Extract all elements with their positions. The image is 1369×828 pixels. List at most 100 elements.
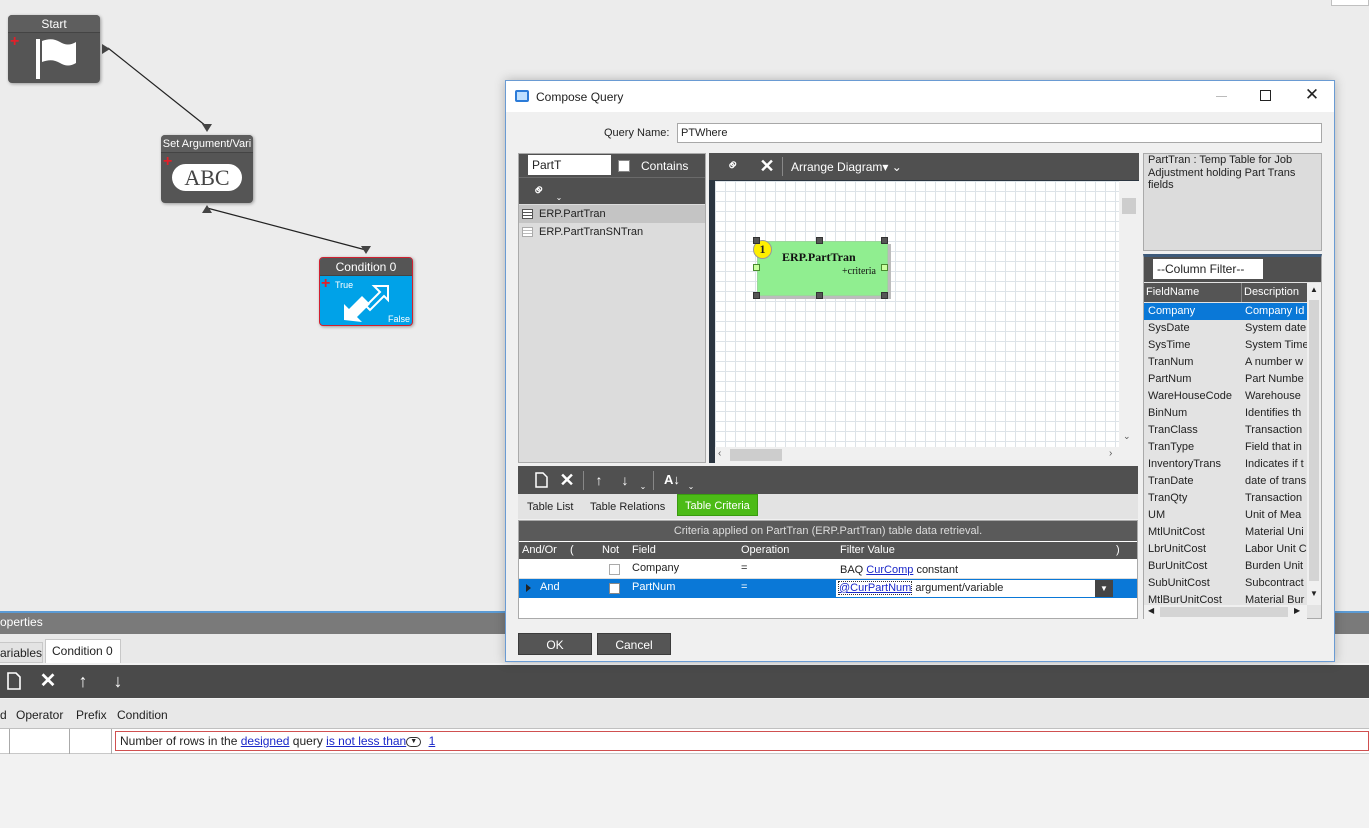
setarg-out-port-icon[interactable] — [202, 205, 212, 213]
add-icon[interactable]: + — [10, 34, 19, 50]
field-row[interactable]: WareHouseCode Warehouse — [1144, 388, 1307, 405]
resize-handle[interactable] — [816, 237, 823, 244]
cancel-button[interactable]: Cancel — [597, 633, 671, 655]
filter-link[interactable]: CurComp — [866, 564, 913, 576]
value-link[interactable]: 1 — [429, 734, 436, 748]
new-icon[interactable] — [7, 672, 21, 690]
new-criteria-icon[interactable] — [535, 472, 548, 488]
move-down-icon[interactable]: ↓ — [108, 671, 128, 691]
scroll-left-icon[interactable]: ‹ — [718, 448, 721, 459]
move-up-icon[interactable]: ↑ — [73, 671, 93, 691]
criteria-and-or[interactable]: And — [537, 579, 560, 596]
table-item-parttran[interactable]: ERP.PartTran — [519, 205, 705, 223]
fields-hscroll[interactable]: ◀ ▶ — [1144, 605, 1307, 619]
resize-handle[interactable] — [753, 264, 760, 271]
field-row[interactable]: SysDate System date — [1144, 320, 1307, 337]
field-row[interactable]: SubUnitCost Subcontract — [1144, 575, 1307, 592]
move-up-criteria-icon[interactable]: ↑ — [589, 470, 609, 490]
tab-condition[interactable]: Condition 0 — [45, 639, 121, 663]
table-item-parttransntran[interactable]: ERP.PartTranSNTran — [519, 223, 705, 241]
filter-dropdown-icon[interactable]: ▼ — [1095, 580, 1113, 597]
scroll-down-icon[interactable]: ▼ — [1310, 589, 1318, 598]
comparison-link[interactable]: is not less than — [326, 734, 406, 748]
resize-handle[interactable] — [753, 292, 760, 299]
tab-variables[interactable]: ariables — [0, 642, 43, 663]
column-filter-input[interactable]: --Column Filter-- — [1153, 259, 1263, 279]
criteria-row-2[interactable]: And PartNum = @CurPartNum argument/varia… — [519, 579, 1137, 598]
start-out-port-icon[interactable] — [102, 44, 110, 54]
field-row[interactable]: UM Unit of Mea — [1144, 507, 1307, 524]
table-search-input[interactable]: PartT — [528, 155, 611, 175]
tab-table-relations[interactable]: Table Relations — [583, 496, 672, 518]
comparison-dropdown-icon[interactable]: ▼ — [406, 736, 422, 747]
field-row[interactable]: BurUnitCost Burden Unit — [1144, 558, 1307, 575]
condition-editor[interactable]: Number of rows in the designed query is … — [115, 731, 1369, 751]
field-row[interactable]: SysTime System Time — [1144, 337, 1307, 354]
field-row[interactable]: MtlBurUnitCost Material Bur — [1144, 592, 1307, 605]
resize-handle[interactable] — [881, 237, 888, 244]
field-row[interactable]: BinNum Identifies th — [1144, 405, 1307, 422]
arrange-diagram-button[interactable]: Arrange Diagram▾ ⌄ — [791, 160, 902, 174]
scroll-right-icon[interactable]: ▶ — [1294, 606, 1300, 615]
condition-node[interactable]: Condition 0 + True False — [319, 257, 413, 326]
set-argument-node[interactable]: Set Argument/Vari + ABC — [161, 135, 253, 203]
tab-table-criteria[interactable]: Table Criteria — [677, 494, 758, 516]
maximize-icon[interactable] — [1260, 90, 1271, 101]
criteria-filter-editor[interactable]: @CurPartNum argument/variable — [836, 580, 1113, 597]
move-down-criteria-icon[interactable]: ↓ — [615, 470, 635, 490]
resize-handle[interactable] — [816, 292, 823, 299]
field-row[interactable]: LbrUnitCost Labor Unit C — [1144, 541, 1307, 558]
query-name-label: Query Name: — [604, 127, 670, 139]
not-checkbox[interactable] — [609, 583, 620, 594]
add-icon[interactable]: + — [321, 276, 330, 292]
scroll-thumb[interactable] — [1122, 198, 1136, 214]
delete-icon[interactable]: ✕ — [38, 671, 58, 691]
contains-checkbox[interactable] — [618, 160, 630, 172]
field-description: Labor Unit C — [1245, 543, 1307, 555]
designed-link[interactable]: designed — [241, 734, 290, 748]
field-row[interactable]: TranType Field that in — [1144, 439, 1307, 456]
criteria-row-1[interactable]: Company = BAQ CurComp constant — [519, 560, 1137, 579]
scroll-right-icon[interactable]: › — [1109, 448, 1112, 459]
field-row[interactable]: TranNum A number w — [1144, 354, 1307, 371]
start-node[interactable]: Start + — [8, 15, 100, 83]
vertical-scrollbar[interactable]: ⌄ — [1119, 181, 1139, 447]
scroll-thumb[interactable] — [1309, 300, 1319, 581]
minimize-icon[interactable] — [1216, 96, 1227, 97]
field-row[interactable]: Company Company Id — [1144, 303, 1307, 320]
table-search-panel: PartT Contains ⚭ ⌄ ERP.PartTran ERP.Part… — [518, 153, 706, 463]
filter-link[interactable]: @CurPartNum — [838, 581, 913, 595]
resize-handle[interactable] — [753, 237, 760, 244]
field-row[interactable]: InventoryTrans Indicates if t — [1144, 456, 1307, 473]
field-row[interactable]: PartNum Part Numbe — [1144, 371, 1307, 388]
diagram-canvas[interactable] — [715, 181, 1139, 463]
setarg-in-port-icon[interactable] — [202, 124, 212, 132]
scroll-left-icon[interactable]: ◀ — [1148, 606, 1154, 615]
criteria-filter-value[interactable]: BAQ CurComp constant — [837, 562, 958, 579]
resize-handle[interactable] — [881, 292, 888, 299]
field-row[interactable]: MtlUnitCost Material Uni — [1144, 524, 1307, 541]
field-row[interactable]: TranDate date of trans — [1144, 473, 1307, 490]
scroll-thumb[interactable] — [1160, 607, 1288, 617]
close-icon[interactable]: ✕ — [1304, 84, 1320, 106]
add-icon[interactable]: + — [163, 154, 172, 170]
field-row[interactable]: TranClass Transaction — [1144, 422, 1307, 439]
condition-row[interactable]: Number of rows in the designed query is … — [0, 729, 1369, 754]
delete-criteria-icon[interactable]: ✕ — [557, 470, 577, 490]
scroll-thumb[interactable] — [730, 449, 782, 461]
scroll-down-icon[interactable]: ⌄ — [1123, 431, 1131, 442]
sort-az-icon[interactable]: A↓ — [661, 470, 683, 490]
ok-button[interactable]: OK — [518, 633, 592, 655]
not-checkbox[interactable] — [609, 564, 620, 575]
query-name-input[interactable]: PTWhere — [677, 123, 1322, 143]
horizontal-scrollbar[interactable]: ‹ › — [715, 447, 1139, 463]
condition-text-1: Number of rows in the — [120, 734, 238, 748]
diagram-table-entity[interactable]: ERP.PartTran +criteria — [757, 241, 888, 296]
diagram-delete-icon[interactable]: ✕ — [757, 156, 777, 176]
field-row[interactable]: TranQty Transaction — [1144, 490, 1307, 507]
condition-in-port-icon[interactable] — [361, 246, 371, 254]
scroll-up-icon[interactable]: ▲ — [1310, 285, 1318, 294]
tab-table-list[interactable]: Table List — [520, 496, 580, 518]
fields-vscroll[interactable]: ▲ ▼ — [1307, 283, 1321, 605]
resize-handle[interactable] — [881, 264, 888, 271]
